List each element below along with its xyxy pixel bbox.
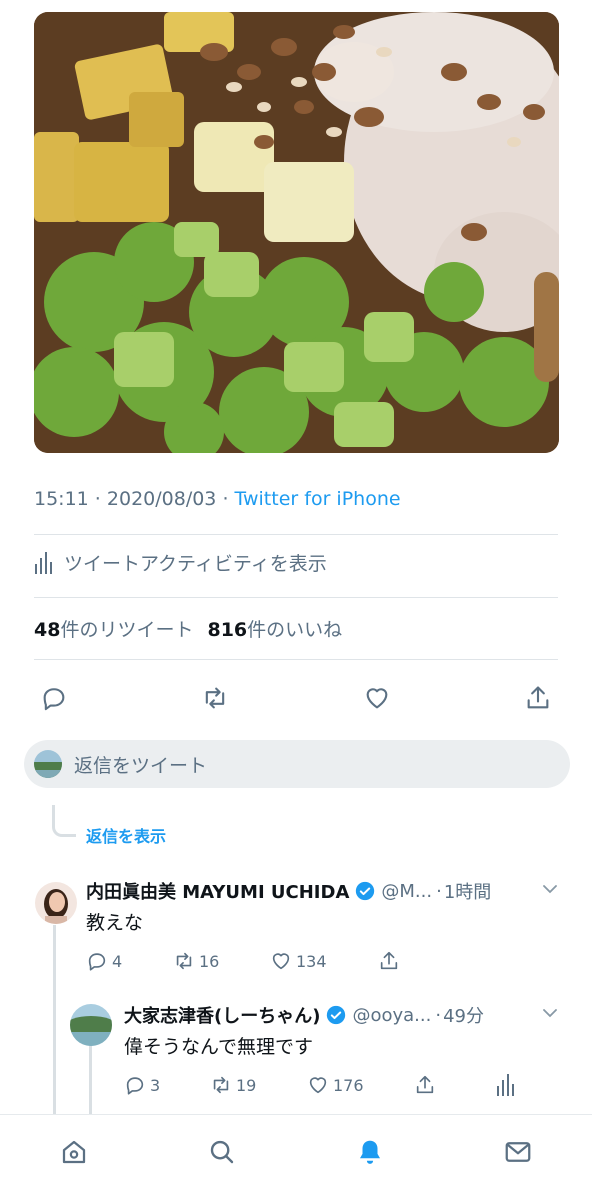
thread-connector [52, 805, 76, 837]
avatar [34, 750, 62, 778]
bottom-tab-bar [0, 1114, 592, 1200]
chevron-down-icon[interactable] [543, 1008, 557, 1018]
share-icon [527, 686, 549, 709]
analytics-icon [35, 551, 52, 574]
show-replies-link[interactable]: 返信を表示 [86, 823, 166, 847]
reply-retweet-button[interactable]: 16 [173, 950, 219, 972]
thread-line [53, 925, 56, 1115]
tab-notifications[interactable] [352, 1134, 388, 1170]
heart-icon [272, 953, 290, 970]
retweet-icon [206, 687, 225, 709]
heart-icon [366, 688, 388, 709]
like-label: 件のいいね [247, 619, 343, 641]
share-icon [416, 1075, 434, 1094]
tab-search[interactable] [204, 1134, 240, 1170]
reply-icon [88, 953, 106, 971]
reply-text: 偉そうなんで無理です [124, 1036, 314, 1058]
retweets-link[interactable]: 48件のリツイート [34, 619, 193, 641]
tweet-action-bar [34, 680, 558, 716]
retweet-icon [213, 1076, 229, 1094]
like-button[interactable] [363, 684, 391, 712]
reply-reply-button[interactable]: 4 [86, 950, 122, 972]
avatar[interactable] [35, 882, 77, 924]
tweet-time: 15:11 [34, 488, 89, 510]
tab-home[interactable] [56, 1134, 92, 1170]
like-count: 134 [296, 951, 327, 971]
share-icon [380, 951, 398, 970]
landscape-avatar-icon [70, 1004, 112, 1046]
tab-messages[interactable] [500, 1134, 536, 1170]
like-count: 176 [333, 1075, 364, 1095]
tweet-timestamp: 15:11 · 2020/08/03 · Twitter for iPhone [34, 488, 401, 510]
retweet-button[interactable] [201, 684, 229, 712]
thread-line [89, 1034, 92, 1114]
chevron-down-icon[interactable] [543, 884, 557, 894]
reply-text: 教えな [86, 912, 144, 934]
profile-photo-icon [35, 882, 77, 924]
reply-count: 3 [150, 1075, 161, 1095]
retweet-count: 48 [34, 619, 61, 641]
tweet-activity-label: ツイートアクティビティを表示 [64, 553, 327, 575]
user-handle[interactable]: @ooya... [352, 1005, 431, 1026]
reply-retweet-button[interactable]: 19 [210, 1074, 256, 1096]
display-name[interactable]: 大家志津香(しーちゃん) [124, 1002, 320, 1028]
reply-time: 1時間 [443, 882, 492, 903]
reply-reply-button[interactable]: 3 [124, 1074, 160, 1096]
display-name[interactable]: 内田眞由美 MAYUMI UCHIDA [86, 878, 349, 904]
heart-icon [309, 1077, 327, 1094]
share-button[interactable] [524, 684, 552, 712]
salad-photo [34, 12, 559, 453]
messages-icon [505, 1141, 531, 1162]
avatar[interactable] [70, 1004, 112, 1046]
reply-composer[interactable]: 返信をツイート [24, 740, 570, 788]
divider [34, 659, 558, 660]
user-handle[interactable]: @M... [381, 881, 432, 902]
reply-icon [126, 1077, 144, 1095]
like-count: 816 [207, 619, 248, 641]
reply-like-button[interactable]: 176 [307, 1074, 364, 1096]
landscape-avatar-icon [34, 750, 62, 778]
analytics-icon [497, 1074, 514, 1096]
reply-placeholder: 返信をツイート [74, 754, 208, 777]
divider [34, 597, 558, 598]
reply-time: 49分 [443, 1006, 484, 1027]
reply-button[interactable] [40, 684, 68, 712]
retweet-icon [176, 952, 192, 970]
tweet-date: 2020/08/03 [106, 488, 217, 510]
reply-like-button[interactable]: 134 [270, 950, 327, 972]
verified-badge-icon [356, 881, 375, 901]
tweet-photo[interactable] [34, 12, 559, 453]
reply-analytics-button[interactable] [494, 1074, 516, 1096]
notifications-icon [360, 1140, 380, 1164]
retweet-count: 16 [199, 951, 220, 971]
tweet-source-link[interactable]: Twitter for iPhone [235, 488, 401, 510]
reply-header: 内田眞由美 MAYUMI UCHIDA @M... · 1時間 [86, 878, 491, 904]
tweet-stats: 48件のリツイート 816件のいいね [34, 615, 342, 642]
retweet-count: 19 [236, 1075, 257, 1095]
divider [34, 534, 558, 535]
search-icon [210, 1140, 234, 1163]
likes-link[interactable]: 816件のいいね [207, 619, 342, 641]
verified-badge-icon [327, 1005, 346, 1025]
reply-header: 大家志津香(しーちゃん) @ooya... · 49分 [124, 1002, 484, 1028]
home-icon [62, 1140, 86, 1163]
reply-share-button[interactable] [378, 950, 400, 972]
reply-count: 4 [112, 951, 123, 971]
reply-icon [43, 688, 65, 711]
retweet-label: 件のリツイート [60, 619, 194, 641]
tweet-activity-button[interactable]: ツイートアクティビティを表示 [34, 549, 327, 576]
reply-share-button[interactable] [414, 1074, 436, 1096]
